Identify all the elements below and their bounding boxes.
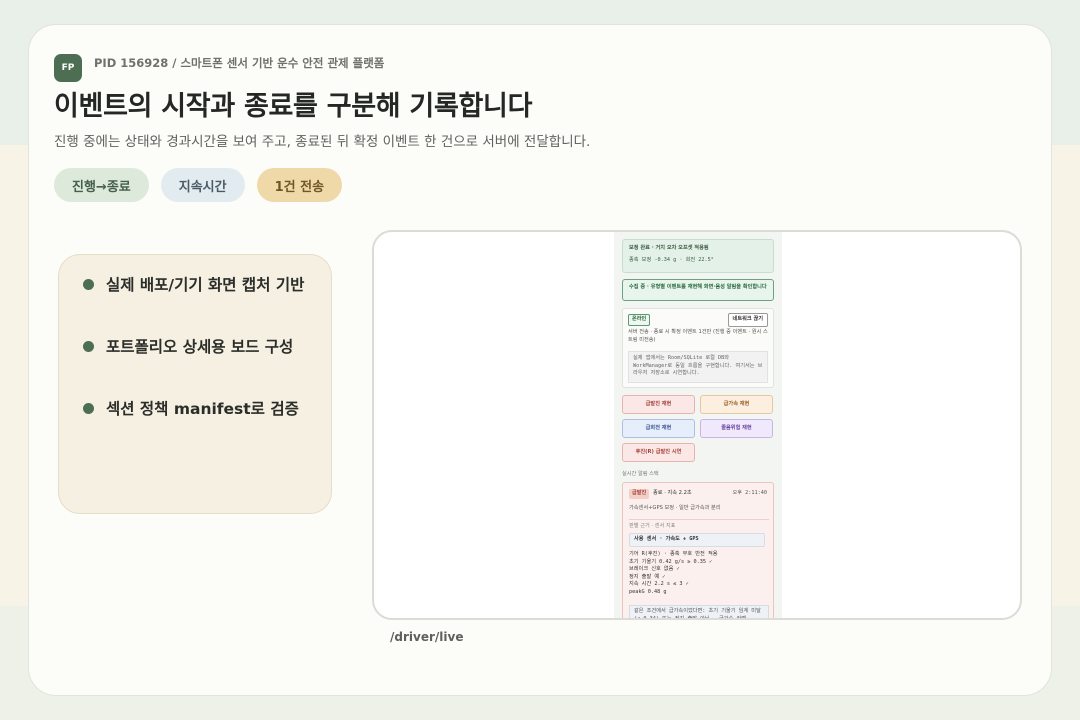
project-id-label: PID 156928 / 스마트폰 센서 기반 운수 안전 관제 플랫폼 [94, 56, 385, 70]
event-sensors-used: 사용 센서 · 가속도 + GPS [629, 533, 765, 547]
tag-chips: 진행→종료 지속시간 1건 전송 [54, 168, 343, 202]
bullet-dot-icon [83, 278, 94, 290]
feature-text: 포트폴리오 상세용 보드 구성 [106, 338, 294, 356]
screenshot-frame: 보정 완료 · 거치 오차 오프셋 적용됨 종축 보정 -0.34 g · 회전… [372, 230, 1022, 620]
feature-panel: 실제 배포/기기 화면 캡처 기반 포트폴리오 상세용 보드 구성 섹션 정책 … [58, 254, 332, 514]
screenshot-caption: /driver/live [390, 630, 464, 644]
feature-item: 실제 배포/기기 화면 캡처 기반 [83, 273, 304, 295]
event-criteria-list: 기어 R(후진) · 종축 부호 반전 적용 초기 기울기 0.42 g/s ≥… [629, 551, 769, 596]
calibration-title: 보정 완료 · 거치 오차 오프셋 적용됨 [629, 245, 709, 251]
online-status-badge: 온라인 [628, 314, 651, 326]
event-card: 급발진 종료 · 지속 2.2초 오후 2:11:40 가속센서+GPS 보정 … [622, 482, 774, 618]
chip-single-send: 1건 전송 [256, 168, 343, 202]
calibration-detail: 종축 보정 -0.34 g · 회전 22.5° [629, 256, 714, 263]
criteria-line: 초기 기울기 0.42 g/s ≥ 0.35 ✓ [629, 558, 713, 565]
criteria-line: peakG 0.48 g [629, 588, 667, 595]
server-send-description: 서버 전송 · 종료 시 확정 이벤트 1건만 (진행 중 이벤트 · 원시 스… [628, 329, 768, 343]
bullet-dot-icon [83, 340, 94, 352]
event-status: 종료 · 지속 2.2초 [653, 490, 692, 496]
event-type-badge: 급발진 [629, 489, 650, 499]
divider [629, 519, 769, 520]
criteria-line: 지속 시간 2.2 s ≤ 3 ✓ [629, 581, 689, 588]
event-comparison-note: 같은 조건에서 급가속이었다면: 초기 기울기 임계 미달(< 0.34) 또는… [629, 605, 769, 618]
event-sensor-desc: 가속센서+GPS 보정 · 일반 급가속과 분리 [629, 505, 721, 511]
event-basis-label: 판별 근거 · 센서 지표 [629, 523, 676, 529]
chip-duration: 지속시간 [160, 168, 245, 202]
realtime-alert-label: 실시간 알림 스택 [622, 471, 659, 477]
feature-item: 섹션 정책 manifest로 검증 [83, 397, 299, 419]
calibration-done-box: 보정 완료 · 거치 오차 오프셋 적용됨 종축 보정 -0.34 g · 회전… [622, 239, 774, 273]
reverse-sudden-start-button[interactable]: 후진(R) 급발진 시연 [622, 443, 695, 462]
feature-text: 섹션 정책 manifest로 검증 [106, 400, 299, 418]
reproduce-rapid-accel-button[interactable]: 급가속 재현 [700, 395, 773, 414]
collecting-banner: 수집 중 · 유형별 이벤트를 재현해 화면·음성 알림을 확인합니다 [622, 279, 774, 301]
chip-progress-end: 진행→종료 [54, 168, 149, 202]
feature-text: 실제 배포/기기 화면 캡처 기반 [106, 276, 305, 294]
bullet-dot-icon [83, 402, 94, 414]
storage-note: 실제 앱에서는 Room/SQLite 로컬 DB와 WorkManager로 … [628, 351, 768, 383]
project-logo: FP [54, 54, 82, 82]
reproduce-sudden-start-button[interactable]: 급발진 재현 [622, 395, 695, 414]
event-time: 오후 2:11:40 [732, 490, 767, 496]
reproduce-drowsy-button[interactable]: 졸음위험 재현 [700, 419, 773, 438]
criteria-line: 기어 R(후진) · 종축 부호 반전 적용 [629, 551, 718, 557]
online-panel: 온라인 네트워크 끊기 서버 전송 · 종료 시 확정 이벤트 1건만 (진행 … [622, 308, 774, 388]
page-title: 이벤트의 시작과 종료를 구분해 기록합니다 [54, 91, 533, 122]
phone-screen: 보정 완료 · 거치 오차 오프셋 적용됨 종축 보정 -0.34 g · 회전… [614, 232, 782, 618]
criteria-line: 브레이크 신호 없음 ✓ [629, 566, 680, 573]
reproduce-sharp-turn-button[interactable]: 급회전 재현 [622, 419, 695, 438]
criteria-line: 정지 출발 예 ✓ [629, 573, 666, 580]
page-subtitle: 진행 중에는 상태와 경과시간을 보여 주고, 종료된 뒤 확정 이벤트 한 건… [54, 134, 591, 150]
feature-item: 포트폴리오 상세용 보드 구성 [83, 335, 293, 357]
network-disconnect-button[interactable]: 네트워크 끊기 [727, 313, 768, 327]
